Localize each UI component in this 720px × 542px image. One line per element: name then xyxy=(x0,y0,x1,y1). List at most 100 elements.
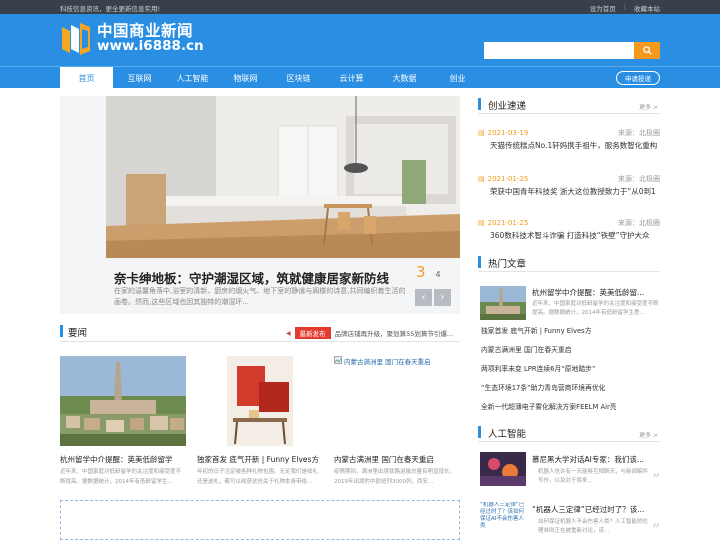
card-desc: 疫情期间，满洲里出境铁路运输总量有明显增长。2019年出境的中欧班列3000列，… xyxy=(334,469,456,485)
ai-item-desc: 如何保证机器人不会伤害人类？人工智能的伦理准则正在被重新讨论，该... xyxy=(538,519,648,534)
item-title[interactable]: 荣获中国青年科技奖 浙大这位教授致力于“从0到1 xyxy=(490,186,660,199)
slide-description: 在家的温馨角落中,浴室的清新、厨房的烟火气、地下室的静谧与阁楼的诗意,共同编织着… xyxy=(114,287,406,306)
logo-icon xyxy=(60,21,92,55)
list-item[interactable]: 两项利率未变 LPR连续6月“原地踏步” xyxy=(478,363,660,382)
latest-tag: 最新发布 xyxy=(294,327,331,339)
slide-current: 3 xyxy=(416,263,426,281)
ai-item-title[interactable]: “机器人三定律”已经过时了？该... xyxy=(532,504,644,515)
set-home-link[interactable]: 设为首页 xyxy=(590,3,616,13)
yaowen-header: 要闻 ◀ 最新发布 品牌店铺再升级，聚划算55划算节引爆... xyxy=(60,322,460,342)
sidebar-chuangye: 创业速递 更多 > xyxy=(478,96,660,114)
nav-item-6[interactable]: 大数据 xyxy=(378,67,431,89)
nav-item-0[interactable]: 首页 xyxy=(60,67,113,90)
section-title: 要闻 xyxy=(68,328,88,339)
featured-slider: 奈卡绅地板：守护潮湿区域，筑就健康居家新防线 34 在家的温馨角落中,浴室的清新… xyxy=(60,96,460,314)
list-item[interactable]: “生态环境17条”助力青岛营商环境再优化 xyxy=(478,382,660,401)
slide-image[interactable] xyxy=(106,96,460,258)
item-title[interactable]: 360数科技术智斗诈骗 打造科技“铁壁”守护大众 xyxy=(490,230,660,243)
section-accent xyxy=(60,325,63,337)
slide-counter: 34 xyxy=(416,263,441,281)
search-input[interactable] xyxy=(484,42,634,59)
logo-title: 中国商业新闻 xyxy=(97,21,194,40)
next-arrow-icon[interactable]: › xyxy=(434,289,451,306)
list-item[interactable]: 慕尼黑大学对话AI专家：我们该... 机器人也许有一天能够互相聊天，与新闻稿件写… xyxy=(478,452,660,492)
section-accent xyxy=(478,256,481,268)
card-title[interactable]: 内蒙古满洲里 国门在春天重启 xyxy=(334,454,460,465)
news-card[interactable]: 独家首发 底气开新 | Funny Elves方 年初的日子注定被各种礼物包围。… xyxy=(197,356,323,485)
card-desc: 近年来，中国家庭对低龄留学的关注度和接受度不断提高。据数据统计，2014年有低龄… xyxy=(60,469,182,485)
calendar-icon: ▤ xyxy=(478,219,485,227)
section-accent xyxy=(478,98,481,110)
news-card[interactable]: 内蒙古满洲里 国门在春天重启 内蒙古满洲里 国门在春天重启 疫情期间，满洲里出境… xyxy=(334,356,460,485)
list-item[interactable]: “机器人三定律”已经过时了？该如何保证AI不会伤害人类 “机器人三定律”已经过时… xyxy=(478,502,660,542)
ai-item-image-broken[interactable]: “机器人三定律”已经过时了？该如何保证AI不会伤害人类 xyxy=(480,502,526,538)
submit-article-button[interactable]: 申请投递 xyxy=(616,71,660,85)
slide-title[interactable]: 奈卡绅地板：守护潮湿区域，筑就健康居家新防线 xyxy=(114,268,389,287)
nav-item-2[interactable]: 人工智能 xyxy=(166,67,219,89)
chuangye-header: 创业速递 更多 > xyxy=(478,96,660,114)
item-title[interactable]: 天猫传统糕点No.1轩妈携手祖牛，服务数智化重构 xyxy=(490,140,660,153)
card-image[interactable] xyxy=(60,356,186,446)
item-date: 2021-03-19 xyxy=(487,129,529,137)
card-desc: 年初的日子注定被各种礼物包围。无论我们是收礼还是送礼，都可以收获这份关于礼物本身… xyxy=(197,469,319,485)
item-source: 来源：北极圈 xyxy=(618,175,660,183)
nav-item-7[interactable]: 创业 xyxy=(431,67,484,89)
hot-feature[interactable]: 杭州留学中介提醒：英美低龄留... 近年来，中国家庭对低龄留学的关注度和接受度不… xyxy=(478,284,660,322)
date-label: ▤ 2021-03-19 xyxy=(478,128,528,138)
search-button[interactable] xyxy=(634,42,660,59)
chuangye-list: ▤ 2021-03-19 来源：北极圈 天猫传统糕点No.1轩妈携手祖牛，服务数智化… xyxy=(478,128,660,248)
item-source: 来源：北极圈 xyxy=(618,129,660,137)
calendar-icon: ▤ xyxy=(478,129,485,137)
hot-header: 热门文章 xyxy=(478,254,660,272)
ai-item-image-alt: “机器人三定律”已经过时了？该如何保证AI不会伤害人类 xyxy=(480,502,525,529)
list-item[interactable]: ▤ 2021-03-19 来源：北极圈 天猫传统糕点No.1轩妈携手祖牛，服务数智化… xyxy=(478,128,660,153)
list-item[interactable]: 全新一代超薄电子雾化解决方案FEELM Air亮 xyxy=(478,401,660,420)
broken-image-icon xyxy=(334,356,342,364)
card-title[interactable]: 独家首发 底气开新 | Funny Elves方 xyxy=(197,454,323,465)
site-header: 中国商业新闻 www.i6888.cn xyxy=(0,14,720,66)
quote-icon: ” xyxy=(651,520,660,539)
news-card[interactable]: 杭州留学中介提醒：英美低龄留学 近年来，中国家庭对低龄留学的关注度和接受度不断提… xyxy=(60,356,186,485)
top-slogan: 科技信息资讯，更全更新信息实用! xyxy=(60,5,161,13)
nav-item-4[interactable]: 区块链 xyxy=(272,67,325,89)
ticker-left-icon[interactable]: ◀ xyxy=(286,330,291,337)
card-title[interactable]: 杭州留学中介提醒：英美低龄留学 xyxy=(60,454,186,465)
bookmark-link[interactable]: 收藏本站 xyxy=(634,3,660,13)
top-bar: 科技信息资讯，更全更新信息实用! 设为首页 | 收藏本站 xyxy=(0,0,720,14)
card-image[interactable] xyxy=(197,356,323,446)
list-item[interactable]: ▤ 2021-01-25 来源：北极圈 360数科技术智斗诈骗 打造科技“铁壁”守护… xyxy=(478,218,660,243)
list-item[interactable]: 内蒙古满洲里 国门在春天重启 xyxy=(478,344,660,363)
logo-url: www.i6888.cn xyxy=(97,38,204,55)
nav-item-3[interactable]: 物联网 xyxy=(219,67,272,89)
prev-arrow-icon[interactable]: ‹ xyxy=(415,289,432,306)
news-ticker: ◀ 最新发布 品牌店铺再升级，聚划算55划算节引爆... xyxy=(286,327,453,339)
quote-icon: ” xyxy=(651,470,660,489)
card-image-alt: 内蒙古满洲里 国门在春天重启 xyxy=(344,358,431,366)
nav-item-5[interactable]: 云计算 xyxy=(325,67,378,89)
item-date: 2021-01-25 xyxy=(487,175,529,183)
ai-item-title[interactable]: 慕尼黑大学对话AI专家：我们该... xyxy=(532,454,644,465)
date-label: ▤ 2021-01-25 xyxy=(478,218,528,228)
section-accent xyxy=(478,426,481,438)
top-divider: | xyxy=(623,3,626,11)
item-date: 2021-01-25 xyxy=(487,219,529,227)
hot-feature-image[interactable] xyxy=(480,286,526,320)
nav-item-1[interactable]: 互联网 xyxy=(113,67,166,89)
list-item[interactable]: ▤ 2021-01-25 来源：北极圈 荣获中国青年科技奖 浙大这位教授致力于“从0… xyxy=(478,174,660,199)
search-box xyxy=(484,42,660,59)
ticker-text[interactable]: 品牌店铺再升级，聚划算55划算节引爆... xyxy=(335,328,453,338)
hot-feature-title[interactable]: 杭州留学中介提醒：英美低龄留... xyxy=(532,287,644,298)
calendar-icon: ▤ xyxy=(478,175,485,183)
hot-title: 热门文章 xyxy=(488,259,527,270)
chuangye-more-link[interactable]: 更多 > xyxy=(639,102,658,111)
ai-more-link[interactable]: 更多 > xyxy=(639,430,658,439)
sidebar-hot: 热门文章 xyxy=(478,254,660,272)
card-image-broken[interactable]: 内蒙古满洲里 国门在春天重启 xyxy=(334,356,460,446)
slide-total: 4 xyxy=(435,270,441,279)
date-label: ▤ 2021-01-25 xyxy=(478,174,528,184)
hot-list: 独家首发 底气开新 | Funny Elves方 内蒙古满洲里 国门在春天重启 … xyxy=(478,325,660,420)
list-item[interactable]: 独家首发 底气开新 | Funny Elves方 xyxy=(478,325,660,344)
site-logo[interactable]: 中国商业新闻 www.i6888.cn xyxy=(60,21,204,55)
ai-title: 人工智能 xyxy=(488,429,527,440)
ai-item-image[interactable] xyxy=(480,452,526,486)
